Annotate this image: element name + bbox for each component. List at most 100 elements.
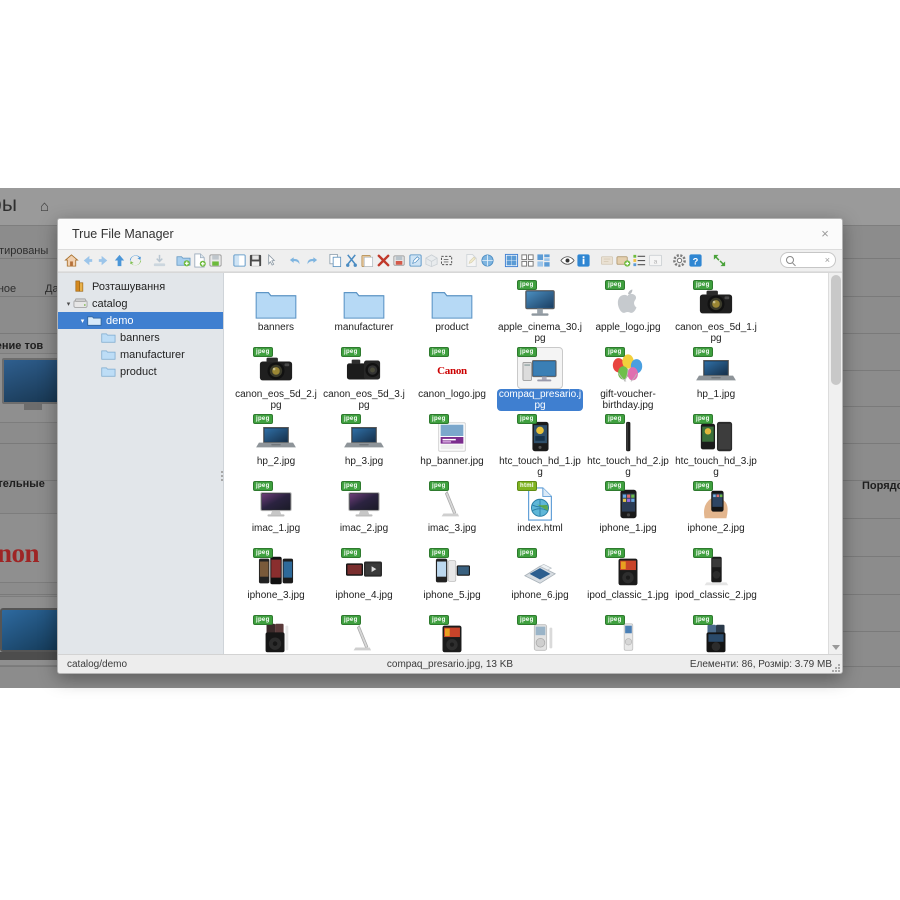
search-clear-icon[interactable]: × [825,255,830,265]
file-name-label: htc_touch_hd_2.jpg [585,456,671,478]
file-item[interactable]: jpegiphone_3.jpg [232,549,320,616]
file-item[interactable]: jpegiphone_2.jpg [672,482,760,549]
file-item[interactable]: jpegcanon_eos_5d_1.jpg [672,281,760,348]
back-arrow-icon[interactable] [80,253,95,268]
file-item[interactable]: htmlindex.html [496,482,584,549]
help-icon[interactable]: ? [688,253,703,268]
file-item[interactable]: jpeghtc_touch_hd_1.jpg [496,415,584,482]
info-icon[interactable] [576,253,591,268]
file-item[interactable]: jpeghtc_touch_hd_2.jpg [584,415,672,482]
file-name-label: imac_2.jpg [321,523,407,534]
resize-grip[interactable] [831,663,840,672]
file-item[interactable]: jpegcanon_eos_5d_3.jpg [320,348,408,415]
file-item[interactable]: jpegipod_classic_1.jpg [584,549,672,616]
new-folder-icon[interactable] [176,253,191,268]
select-all-icon[interactable] [264,253,279,268]
file-item[interactable]: jpegcompaq_presario.jpg [496,348,584,415]
text-encoding-icon[interactable]: a [648,253,663,268]
save-icon[interactable] [248,253,263,268]
duplicate-icon[interactable] [392,253,407,268]
fullscreen-icon[interactable] [712,253,727,268]
vertical-scrollbar[interactable] [828,273,842,654]
sidebar-item-banners[interactable]: banners [58,329,223,346]
copy-icon[interactable] [328,253,343,268]
scroll-down-icon[interactable] [832,645,840,650]
file-type-badge: html [517,481,537,491]
file-item[interactable]: jpeggift-voucher-birthday.jpg [584,348,672,415]
upload-icon[interactable] [208,253,223,268]
file-item[interactable]: jpegimac_2.jpg [320,482,408,549]
open-icon[interactable] [232,253,247,268]
refresh-icon[interactable] [128,253,143,268]
paste-icon[interactable] [360,253,375,268]
undo-icon[interactable] [288,253,303,268]
sidebar-item-demo[interactable]: ▾demo [58,312,223,329]
download-icon[interactable] [152,253,167,268]
file-thumbnail-camera: jpeg [254,348,298,388]
view-icons-large-icon[interactable] [504,253,519,268]
file-item[interactable]: jpegapple_cinema_30.jpg [496,281,584,348]
file-item[interactable]: jpegiphone_5.jpg [408,549,496,616]
redo-icon[interactable] [304,253,319,268]
file-grid-viewport: bannersmanufacturerproductjpegapple_cine… [224,273,828,654]
cut-icon[interactable] [344,253,359,268]
up-arrow-icon[interactable] [112,253,127,268]
chmod-icon[interactable] [600,253,615,268]
extract-icon[interactable] [440,253,455,268]
file-item[interactable]: jpeg [584,616,672,654]
file-name-label: apple_logo.jpg [585,322,671,333]
search-input[interactable]: × [780,252,836,268]
toolbar-separator [224,253,231,268]
scrollbar-thumb[interactable] [831,275,841,385]
view-tiles-icon[interactable] [536,253,551,268]
file-item[interactable]: jpeg [320,616,408,654]
file-item[interactable]: jpegimac_1.jpg [232,482,320,549]
home-icon[interactable] [64,253,79,268]
file-item[interactable]: jpegiphone_1.jpg [584,482,672,549]
file-thumbnail-hand: jpeg [694,482,738,522]
rename-icon[interactable] [408,253,423,268]
file-item[interactable]: jpeghp_3.jpg [320,415,408,482]
folder-item[interactable]: manufacturer [320,281,408,348]
file-item[interactable]: jpeg [672,616,760,654]
file-item[interactable]: Canonjpegcanon_logo.jpg [408,348,496,415]
delete-icon[interactable] [376,253,391,268]
sidebar-item-розташування[interactable]: Розташування [58,278,223,295]
file-name-label: gift-voucher-birthday.jpg [585,389,671,411]
edit-icon[interactable] [464,253,479,268]
background-thumb-monitor [2,358,64,404]
file-item[interactable]: jpeghtc_touch_hd_3.jpg [672,415,760,482]
file-item[interactable]: jpegapple_logo.jpg [584,281,672,348]
close-icon[interactable]: × [818,227,832,241]
resize-image-icon[interactable] [480,253,495,268]
sidebar-item-catalog[interactable]: ▾catalog [58,295,223,312]
archive-icon[interactable] [424,253,439,268]
file-item[interactable]: jpegiphone_4.jpg [320,549,408,616]
netmount-icon[interactable] [616,253,631,268]
folder-item[interactable]: product [408,281,496,348]
file-item[interactable]: jpeghp_banner.jpg [408,415,496,482]
file-item[interactable]: jpegiphone_6.jpg [496,549,584,616]
file-thumbnail-iphone: jpeg [606,482,650,522]
preview-eye-icon[interactable] [560,253,575,268]
file-item[interactable]: jpegcanon_eos_5d_2.jpg [232,348,320,415]
file-item[interactable]: jpeghp_2.jpg [232,415,320,482]
file-item[interactable]: jpeg [408,616,496,654]
chevron-down-icon[interactable]: ▾ [78,317,87,325]
file-item[interactable]: jpegimac_3.jpg [408,482,496,549]
chevron-down-icon[interactable]: ▾ [64,300,73,308]
file-item[interactable]: jpeg [496,616,584,654]
preferences-gear-icon[interactable] [672,253,687,268]
file-item[interactable]: jpeg [232,616,320,654]
view-icons-small-icon[interactable] [520,253,535,268]
file-item[interactable]: jpeghp_1.jpg [672,348,760,415]
sort-list-icon[interactable] [632,253,647,268]
file-item[interactable]: jpegipod_classic_2.jpg [672,549,760,616]
sidebar-item-label: product [120,366,157,378]
sidebar-item-product[interactable]: product [58,363,223,380]
forward-arrow-icon[interactable] [96,253,111,268]
new-file-icon[interactable] [192,253,207,268]
window-title-bar[interactable]: True File Manager × [58,219,842,250]
sidebar-item-manufacturer[interactable]: manufacturer [58,346,223,363]
folder-item[interactable]: banners [232,281,320,348]
